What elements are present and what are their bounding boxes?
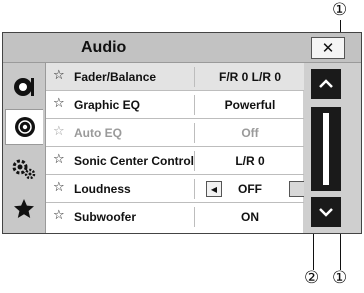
- setting-label: Subwoofer: [74, 210, 136, 224]
- setting-row-sonic-center-control[interactable]: ☆ Sonic Center Control L/R 0: [46, 147, 304, 175]
- favorites-star-icon: [14, 199, 34, 218]
- scroll-track[interactable]: [311, 107, 341, 191]
- close-icon: ✕: [321, 39, 335, 57]
- favorite-star-icon[interactable]: ☆: [53, 152, 65, 167]
- disc-icon: [14, 117, 35, 137]
- scroll-down-button[interactable]: [311, 197, 341, 227]
- setting-value: L/R 0: [235, 154, 265, 168]
- favorite-star-icon: ☆: [53, 124, 65, 139]
- audio-source-icon: [14, 78, 34, 96]
- column-divider: [194, 207, 195, 227]
- setting-value: F/R 0 L/R 0: [218, 70, 281, 84]
- scroll-thumb[interactable]: [323, 113, 329, 185]
- callout-scroll-down: ①: [332, 268, 348, 288]
- column-divider: [194, 95, 195, 115]
- setting-row-fader-balance[interactable]: ☆ Fader/Balance F/R 0 L/R 0: [46, 63, 304, 91]
- chevron-down-icon: [319, 208, 333, 217]
- sidebar-tab-favorites[interactable]: [5, 191, 43, 227]
- leader-line-down: [340, 228, 341, 270]
- sidebar-tab-settings[interactable]: [5, 151, 43, 187]
- setting-row-subwoofer[interactable]: ☆ Subwoofer ON: [46, 203, 304, 231]
- setting-row-loudness[interactable]: ☆ Loudness ◀ OFF: [46, 175, 304, 203]
- increase-button[interactable]: [289, 181, 304, 197]
- settings-list: ☆ Fader/Balance F/R 0 L/R 0 ☆ Graphic EQ…: [45, 63, 304, 233]
- setting-value: ON: [241, 210, 259, 224]
- setting-label: Graphic EQ: [74, 98, 141, 112]
- setting-label: Sonic Center Control: [74, 154, 195, 168]
- sidebar-tab-source[interactable]: [5, 69, 43, 105]
- audio-settings-window: Audio ✕ ☆ Fader/Balance F/R 0 L/R 0 ☆ Gr…: [2, 32, 362, 234]
- column-divider: [194, 123, 195, 143]
- callout-scroll-up: ①: [332, 0, 348, 20]
- sidebar-tab-audio[interactable]: [5, 109, 43, 145]
- title-bar: Audio ✕: [3, 33, 361, 63]
- column-divider: [194, 151, 195, 171]
- setting-row-auto-eq: ☆ Auto EQ Off: [46, 119, 304, 147]
- setting-label: Loudness: [74, 182, 131, 196]
- callout-scrollbar: ②: [304, 268, 320, 288]
- settings-gear-icon: [12, 159, 36, 180]
- setting-value: OFF: [238, 182, 262, 196]
- page-title: Audio: [81, 39, 127, 56]
- setting-label: Auto EQ: [74, 126, 122, 140]
- sidebar: [3, 63, 45, 233]
- setting-label: Fader/Balance: [74, 70, 157, 84]
- chevron-up-icon: [319, 79, 333, 88]
- scrollbar[interactable]: [307, 67, 355, 229]
- favorite-star-icon[interactable]: ☆: [53, 68, 65, 83]
- setting-row-graphic-eq[interactable]: ☆ Graphic EQ Powerful: [46, 91, 304, 119]
- setting-value: Powerful: [224, 98, 276, 112]
- setting-value: Off: [241, 126, 259, 140]
- column-divider: [194, 179, 195, 199]
- favorite-star-icon[interactable]: ☆: [53, 208, 65, 223]
- close-button[interactable]: ✕: [311, 37, 345, 59]
- scroll-up-button[interactable]: [311, 69, 341, 99]
- column-divider: [194, 67, 195, 87]
- favorite-star-icon[interactable]: ☆: [53, 180, 65, 195]
- favorite-star-icon[interactable]: ☆: [53, 96, 65, 111]
